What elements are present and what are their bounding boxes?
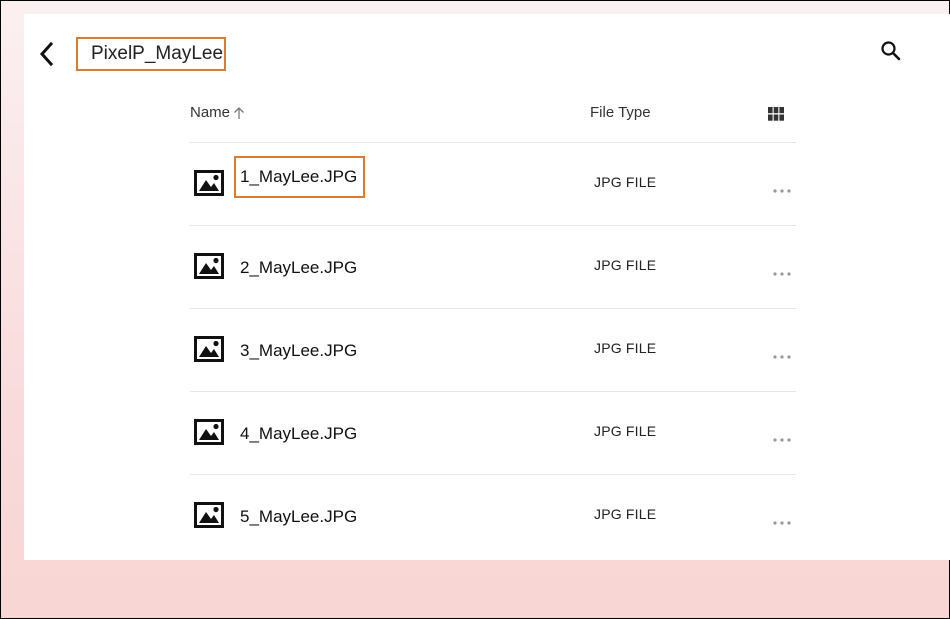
image-file-icon xyxy=(194,170,224,196)
grid-view-icon xyxy=(768,107,784,121)
search-button[interactable] xyxy=(879,39,903,63)
file-type-column-header[interactable]: File Type xyxy=(590,104,651,121)
more-horizontal-icon xyxy=(773,521,791,525)
file-browser-panel: PixelP_MayLee Name File Type 1_MayLee.JP… xyxy=(24,14,950,560)
file-row[interactable]: 4_MayLee.JPG JPG FILE xyxy=(190,391,796,473)
image-file-icon xyxy=(194,253,224,279)
file-name[interactable]: 4_MayLee.JPG xyxy=(240,424,357,444)
file-thumbnail xyxy=(194,502,224,528)
image-file-icon xyxy=(194,502,224,528)
arrow-up-icon xyxy=(234,106,244,119)
file-name[interactable]: 1_MayLee.JPG xyxy=(234,156,366,198)
file-thumbnail xyxy=(194,253,224,279)
chevron-left-icon xyxy=(39,41,54,67)
file-name[interactable]: 2_MayLee.JPG xyxy=(240,258,357,278)
file-type: JPG FILE xyxy=(594,174,657,190)
file-row[interactable]: 1_MayLee.JPG JPG FILE xyxy=(190,142,796,224)
file-type: JPG FILE xyxy=(594,423,657,439)
more-options-button[interactable] xyxy=(772,182,792,193)
file-type: JPG FILE xyxy=(594,257,657,273)
more-options-button[interactable] xyxy=(772,265,792,276)
grid-view-button[interactable] xyxy=(768,107,784,121)
more-options-button[interactable] xyxy=(772,514,792,525)
folder-title: PixelP_MayLee xyxy=(76,37,226,71)
name-column-label: Name xyxy=(190,104,231,121)
more-options-button[interactable] xyxy=(772,431,792,442)
file-thumbnail xyxy=(194,336,224,362)
image-file-icon xyxy=(194,336,224,362)
name-column-header[interactable]: Name xyxy=(190,104,245,121)
more-options-button[interactable] xyxy=(772,348,792,359)
file-type: JPG FILE xyxy=(594,340,657,356)
file-thumbnail xyxy=(194,170,224,196)
file-name[interactable]: 5_MayLee.JPG xyxy=(240,507,357,527)
image-file-icon xyxy=(194,419,224,445)
column-header-row: Name File Type xyxy=(190,104,796,140)
back-button[interactable] xyxy=(36,40,58,68)
file-thumbnail xyxy=(194,419,224,445)
more-horizontal-icon xyxy=(773,189,791,193)
file-row[interactable]: 2_MayLee.JPG JPG FILE xyxy=(190,225,796,307)
more-horizontal-icon xyxy=(773,272,791,276)
search-icon xyxy=(881,41,901,61)
file-row[interactable]: 3_MayLee.JPG JPG FILE xyxy=(190,308,796,390)
more-horizontal-icon xyxy=(773,355,791,359)
file-row[interactable]: 5_MayLee.JPG JPG FILE xyxy=(190,474,796,556)
file-type: JPG FILE xyxy=(594,506,657,522)
more-horizontal-icon xyxy=(773,438,791,442)
file-name[interactable]: 3_MayLee.JPG xyxy=(240,341,357,361)
